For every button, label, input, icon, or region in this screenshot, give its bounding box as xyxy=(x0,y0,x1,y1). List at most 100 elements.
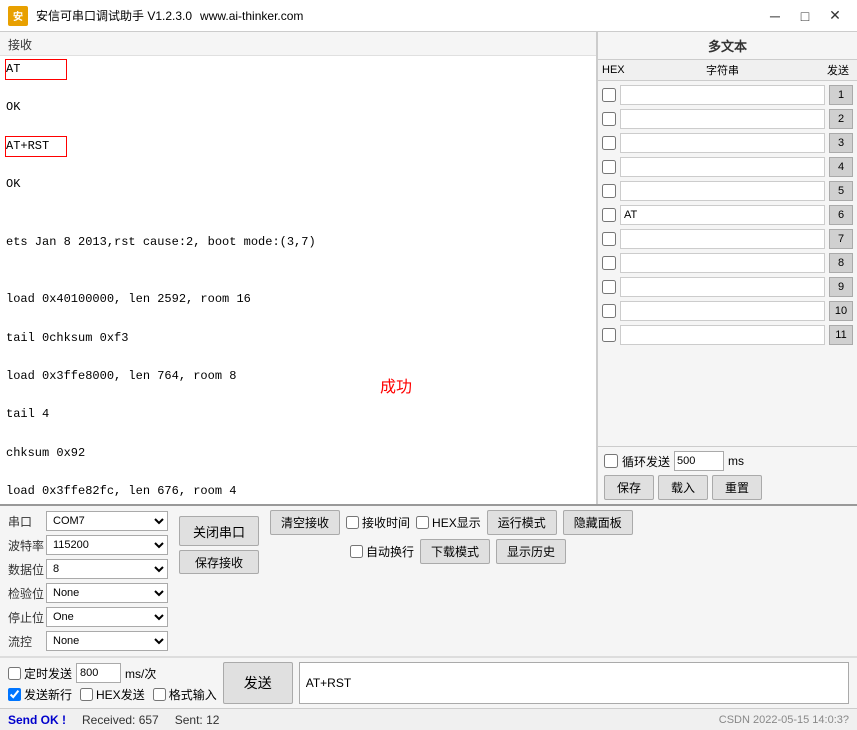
hide-panel-button[interactable]: 隐藏面板 xyxy=(563,510,633,535)
recv-line-load1: load 0x40100000, len 2592, room 16 xyxy=(6,290,590,309)
mt-checkbox-3[interactable] xyxy=(602,136,616,150)
port-select[interactable]: COM7 xyxy=(46,511,168,531)
format-input-label: 格式输入 xyxy=(153,686,217,703)
multitext-label: 多文本 xyxy=(606,36,849,55)
multitext-header: 多文本 xyxy=(598,32,857,60)
recv-time-checkbox[interactable] xyxy=(346,516,359,529)
mt-input-2[interactable] xyxy=(620,109,825,129)
mt-send-btn-8[interactable]: 8 xyxy=(829,253,853,273)
loop-interval-input[interactable] xyxy=(674,451,724,471)
bottom-panel: 串口 COM7 波特率 115200 数据位 8 检验位 No xyxy=(0,504,857,708)
show-history-button[interactable]: 显示历史 xyxy=(496,539,566,564)
minimize-button[interactable]: ─ xyxy=(761,5,789,27)
mt-send-btn-5[interactable]: 5 xyxy=(829,181,853,201)
mt-checkbox-6[interactable] xyxy=(602,208,616,222)
format-input-checkbox[interactable] xyxy=(153,688,166,701)
hex-display-checkbox[interactable] xyxy=(416,516,429,529)
mt-input-8[interactable] xyxy=(620,253,825,273)
mt-send-btn-11[interactable]: 11 xyxy=(829,325,853,345)
auto-newline-checkbox[interactable] xyxy=(350,545,363,558)
recv-line-tail1: tail 0chksum 0xf3 xyxy=(6,329,590,348)
mt-checkbox-11[interactable] xyxy=(602,328,616,342)
mt-checkbox-2[interactable] xyxy=(602,112,616,126)
send-input[interactable] xyxy=(299,662,849,704)
mt-input-7[interactable] xyxy=(620,229,825,249)
flow-select[interactable]: None xyxy=(46,631,168,651)
mt-checkbox-1[interactable] xyxy=(602,88,616,102)
loop-ms-label: ms xyxy=(728,454,744,468)
mt-send-btn-7[interactable]: 7 xyxy=(829,229,853,249)
data-row: 数据位 8 xyxy=(8,558,168,580)
multitext-footer: 循环发送 ms 保存 载入 重置 xyxy=(598,446,857,504)
recv-line-ok2: OK xyxy=(6,175,590,194)
mt-checkbox-7[interactable] xyxy=(602,232,616,246)
save-recv-button[interactable]: 保存接收 xyxy=(179,550,259,574)
check-select[interactable]: None xyxy=(46,583,168,603)
data-label: 数据位 xyxy=(8,561,46,578)
mt-input-6[interactable] xyxy=(620,205,825,225)
mt-checkbox-4[interactable] xyxy=(602,160,616,174)
timed-send-label: 定时发送 xyxy=(8,665,72,682)
open-port-button[interactable]: 关闭串口 xyxy=(179,516,259,546)
save-button[interactable]: 保存 xyxy=(604,475,654,500)
mt-send-btn-2[interactable]: 2 xyxy=(829,109,853,129)
multitext-row-3: 3 xyxy=(598,131,857,155)
stop-row: 停止位 One xyxy=(8,606,168,628)
watermark: CSDN 2022-05-15 14:0:3? xyxy=(719,714,849,726)
multitext-row-5: 5 xyxy=(598,179,857,203)
receive-label: 接收 xyxy=(0,32,596,56)
success-text: 成功 xyxy=(380,376,412,402)
mt-send-btn-9[interactable]: 9 xyxy=(829,277,853,297)
mt-input-1[interactable] xyxy=(620,85,825,105)
serial-middle: 关闭串口 保存接收 xyxy=(174,510,264,574)
mt-send-btn-6[interactable]: 6 xyxy=(829,205,853,225)
timed-send-checkbox[interactable] xyxy=(8,667,21,680)
clear-recv-button[interactable]: 清空接收 xyxy=(270,510,340,535)
recv-line-tail2: tail 4 xyxy=(6,405,590,424)
mt-send-btn-4[interactable]: 4 xyxy=(829,157,853,177)
mt-input-11[interactable] xyxy=(620,325,825,345)
hex-options: 发送新行 HEX发送 格式输入 xyxy=(8,686,217,703)
mt-send-btn-3[interactable]: 3 xyxy=(829,133,853,153)
left-panel: 接收 AT OK AT+RST OK ets Jan 8 2013,rst ca… xyxy=(0,32,597,504)
baud-select[interactable]: 115200 xyxy=(46,535,168,555)
multitext-row-4: 4 xyxy=(598,155,857,179)
timed-interval-input[interactable] xyxy=(76,663,121,683)
app-title: 安信可串口调试助手 V1.2.3.0 xyxy=(36,7,192,24)
send-button[interactable]: 发送 xyxy=(223,662,293,704)
multitext-row-8: 8 xyxy=(598,251,857,275)
mt-send-btn-10[interactable]: 10 xyxy=(829,301,853,321)
loop-row: 循环发送 ms xyxy=(604,451,851,471)
mt-input-10[interactable] xyxy=(620,301,825,321)
send-ok-status: Send OK ! xyxy=(8,713,66,727)
mt-send-btn-1[interactable]: 1 xyxy=(829,85,853,105)
mt-checkbox-9[interactable] xyxy=(602,280,616,294)
received-count: Received: 657 xyxy=(82,713,159,727)
app-url: www.ai-thinker.com xyxy=(200,9,303,23)
newline-checkbox[interactable] xyxy=(8,688,21,701)
stop-select[interactable]: One xyxy=(46,607,168,627)
recv-line-ok1: OK xyxy=(6,98,590,117)
mt-checkbox-10[interactable] xyxy=(602,304,616,318)
mt-input-9[interactable] xyxy=(620,277,825,297)
mt-input-3[interactable] xyxy=(620,133,825,153)
loop-send-checkbox[interactable] xyxy=(604,454,618,468)
download-mode-button[interactable]: 下载模式 xyxy=(420,539,490,564)
send-area: 定时发送 ms/次 发送新行 HEX发送 格式输入 发 xyxy=(0,657,857,708)
reset-button[interactable]: 重置 xyxy=(712,475,762,500)
mt-input-4[interactable] xyxy=(620,157,825,177)
recv-line-load2: load 0x3ffe8000, len 764, room 8 xyxy=(6,367,590,386)
maximize-button[interactable]: □ xyxy=(791,5,819,27)
load-button[interactable]: 载入 xyxy=(658,475,708,500)
loop-send-label: 循环发送 xyxy=(622,453,670,470)
hex-send-checkbox[interactable] xyxy=(80,688,93,701)
mt-checkbox-5[interactable] xyxy=(602,184,616,198)
serial-settings: 串口 COM7 波特率 115200 数据位 8 检验位 No xyxy=(8,510,168,652)
mt-checkbox-8[interactable] xyxy=(602,256,616,270)
mt-input-5[interactable] xyxy=(620,181,825,201)
data-select[interactable]: 8 xyxy=(46,559,168,579)
run-mode-button[interactable]: 运行模式 xyxy=(487,510,557,535)
window-controls: ─ □ ✕ xyxy=(761,5,849,27)
close-button[interactable]: ✕ xyxy=(821,5,849,27)
receive-area[interactable]: AT OK AT+RST OK ets Jan 8 2013,rst cause… xyxy=(0,56,596,504)
